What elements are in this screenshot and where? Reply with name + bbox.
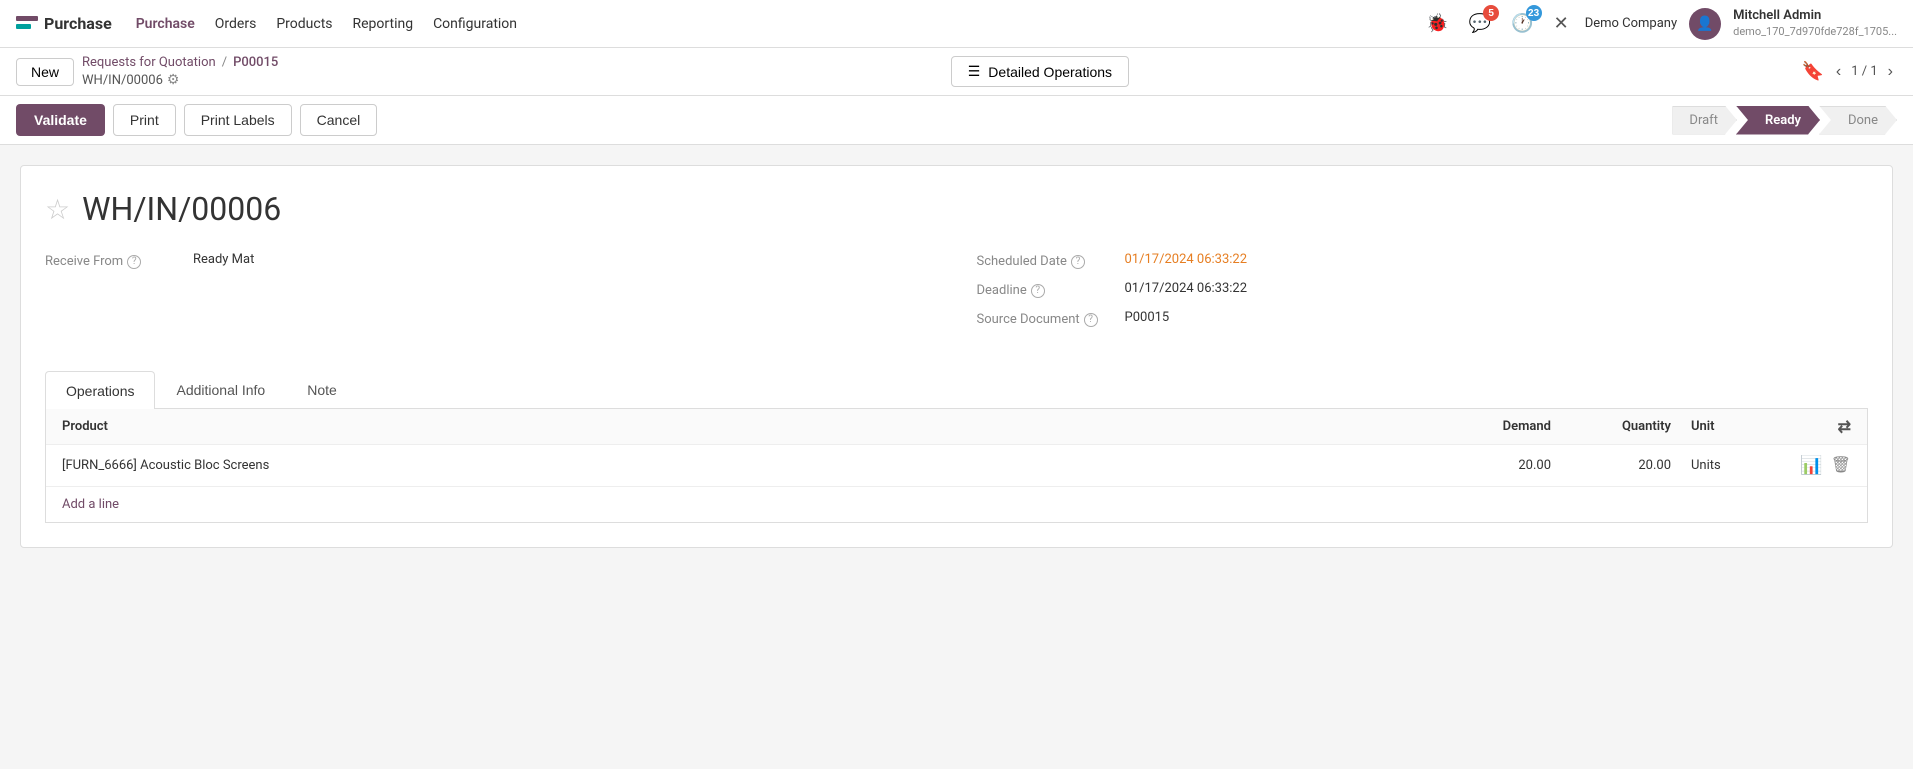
deadline-help-icon[interactable]: ? (1031, 284, 1045, 298)
main-content: ☆ WH/IN/00006 Receive From ? Ready Mat S… (0, 145, 1913, 714)
menu-orders[interactable]: Orders (215, 12, 257, 36)
row-unit: Units (1691, 458, 1771, 473)
breadcrumb-bar: New Requests for Quotation / P00015 WH/I… (0, 48, 1913, 96)
form-fields: Receive From ? Ready Mat Scheduled Date … (45, 252, 1868, 339)
company-name: Demo Company (1585, 16, 1677, 31)
tab-operations[interactable]: Operations (45, 371, 155, 409)
breadcrumb-left: New Requests for Quotation / P00015 WH/I… (16, 55, 278, 88)
receive-from-label: Receive From ? (45, 252, 185, 269)
breadcrumb-current-link[interactable]: P00015 (233, 55, 278, 70)
pager: ‹ 1 / 1 › (1832, 61, 1897, 83)
receive-from-help-icon[interactable]: ? (127, 255, 141, 269)
forecast-chart-icon[interactable]: 📊 (1800, 455, 1822, 476)
table-row: [FURN_6666] Acoustic Bloc Screens 20.00 … (46, 445, 1867, 487)
top-navigation: Purchase Purchase Orders Products Report… (0, 0, 1913, 48)
receive-from-field: Receive From ? Ready Mat (45, 252, 937, 269)
company-area: Demo Company (1585, 16, 1677, 31)
add-line-link[interactable]: Add a line (46, 487, 1867, 522)
source-document-value: P00015 (1125, 310, 1170, 325)
status-done[interactable]: Done (1819, 106, 1897, 135)
prev-page-button[interactable]: ‹ (1832, 61, 1845, 83)
user-info: Mitchell Admin demo_170_7d970fde728f_170… (1733, 8, 1897, 39)
detailed-operations-button[interactable]: ☰ Detailed Operations (951, 56, 1129, 87)
tab-note[interactable]: Note (286, 371, 358, 408)
avatar[interactable]: 👤 (1689, 8, 1721, 40)
tab-additional-info[interactable]: Additional Info (155, 371, 286, 408)
hamburger-icon: ☰ (968, 63, 981, 80)
menu-reporting[interactable]: Reporting (353, 12, 414, 36)
scheduled-date-field: Scheduled Date ? 01/17/2024 06:33:22 (977, 252, 1869, 269)
wh-code-area: WH/IN/00006 ⚙ (82, 72, 278, 88)
breadcrumb-separator: / (222, 55, 227, 70)
status-bar: Draft Ready Done (1673, 106, 1897, 135)
source-document-field: Source Document ? P00015 (977, 310, 1869, 327)
pager-text: 1 / 1 (1851, 64, 1877, 79)
col-header-actions: ⇄ (1771, 417, 1851, 436)
operations-table: Product Demand Quantity Unit ⇄ [FURN_666… (45, 409, 1868, 523)
action-bar: Validate Print Print Labels Cancel Draft… (0, 96, 1913, 145)
delete-row-icon[interactable]: 🗑 (1831, 455, 1851, 476)
tabs: Operations Additional Info Note (45, 371, 1868, 409)
menu-products[interactable]: Products (276, 12, 332, 36)
print-button[interactable]: Print (113, 104, 176, 136)
settings-button[interactable]: ✕ (1550, 9, 1573, 38)
wh-code-text: WH/IN/00006 (82, 73, 163, 88)
user-db: demo_170_7d970fde728f_1705... (1733, 25, 1897, 39)
row-demand: 20.00 (1451, 458, 1571, 473)
row-product[interactable]: [FURN_6666] Acoustic Bloc Screens (62, 458, 1451, 473)
menu-configuration[interactable]: Configuration (433, 12, 517, 36)
table-header: Product Demand Quantity Unit ⇄ (46, 409, 1867, 445)
source-doc-help-icon[interactable]: ? (1084, 313, 1098, 327)
row-actions: 📊 🗑 (1771, 455, 1851, 476)
deadline-value: 01/17/2024 06:33:22 (1125, 281, 1248, 296)
app-logo[interactable]: Purchase (16, 14, 112, 33)
activity-badge: 23 (1526, 5, 1542, 21)
user-name: Mitchell Admin (1733, 8, 1897, 25)
source-document-label: Source Document ? (977, 310, 1117, 327)
scheduled-date-value: 01/17/2024 06:33:22 (1125, 252, 1248, 267)
col-header-unit: Unit (1691, 419, 1771, 434)
status-steps: Draft Ready Done (1673, 106, 1897, 135)
filter-columns-icon[interactable]: ⇄ (1838, 417, 1851, 436)
status-draft[interactable]: Draft (1672, 106, 1737, 135)
messages-button[interactable]: 💬 5 (1465, 9, 1495, 38)
new-button[interactable]: New (16, 58, 74, 86)
breadcrumb-center: ☰ Detailed Operations (951, 56, 1129, 87)
scheduled-date-help-icon[interactable]: ? (1071, 255, 1085, 269)
logo-icon (16, 16, 38, 32)
activity-button[interactable]: 🕐 23 (1507, 9, 1537, 38)
form-title: WH/IN/00006 (82, 190, 281, 228)
col-header-product: Product (62, 419, 1451, 434)
menu-purchase[interactable]: Purchase (136, 12, 195, 36)
scheduled-date-label: Scheduled Date ? (977, 252, 1117, 269)
cancel-button[interactable]: Cancel (300, 104, 378, 136)
next-page-button[interactable]: › (1884, 61, 1897, 83)
status-ready[interactable]: Ready (1736, 106, 1820, 135)
breadcrumb-right: 🔖 ‹ 1 / 1 › (1801, 61, 1897, 83)
deadline-field: Deadline ? 01/17/2024 06:33:22 (977, 281, 1869, 298)
form-left: Receive From ? Ready Mat (45, 252, 937, 339)
form-title-row: ☆ WH/IN/00006 (45, 190, 1868, 228)
main-menu: Purchase Orders Products Reporting Confi… (136, 12, 1399, 36)
gear-icon[interactable]: ⚙ (167, 72, 180, 88)
favorite-star-icon[interactable]: ☆ (45, 193, 70, 226)
detailed-ops-label: Detailed Operations (988, 64, 1112, 80)
receive-from-value: Ready Mat (193, 252, 254, 267)
form-right: Scheduled Date ? 01/17/2024 06:33:22 Dea… (977, 252, 1869, 339)
bug-button[interactable]: 🐞 (1422, 9, 1452, 38)
print-labels-button[interactable]: Print Labels (184, 104, 292, 136)
breadcrumb-rfq-link[interactable]: Requests for Quotation (82, 55, 216, 70)
breadcrumb: Requests for Quotation / P00015 (82, 55, 278, 70)
col-header-quantity: Quantity (1571, 419, 1691, 434)
form-card: ☆ WH/IN/00006 Receive From ? Ready Mat S… (20, 165, 1893, 548)
deadline-label: Deadline ? (977, 281, 1117, 298)
messages-badge: 5 (1483, 5, 1499, 21)
bookmark-icon[interactable]: 🔖 (1801, 61, 1823, 82)
top-actions: 🐞 💬 5 🕐 23 ✕ Demo Company 👤 Mitchell Adm… (1422, 8, 1897, 40)
row-quantity[interactable]: 20.00 (1571, 458, 1691, 473)
col-header-demand: Demand (1451, 419, 1571, 434)
validate-button[interactable]: Validate (16, 104, 105, 136)
app-name: Purchase (44, 14, 112, 33)
